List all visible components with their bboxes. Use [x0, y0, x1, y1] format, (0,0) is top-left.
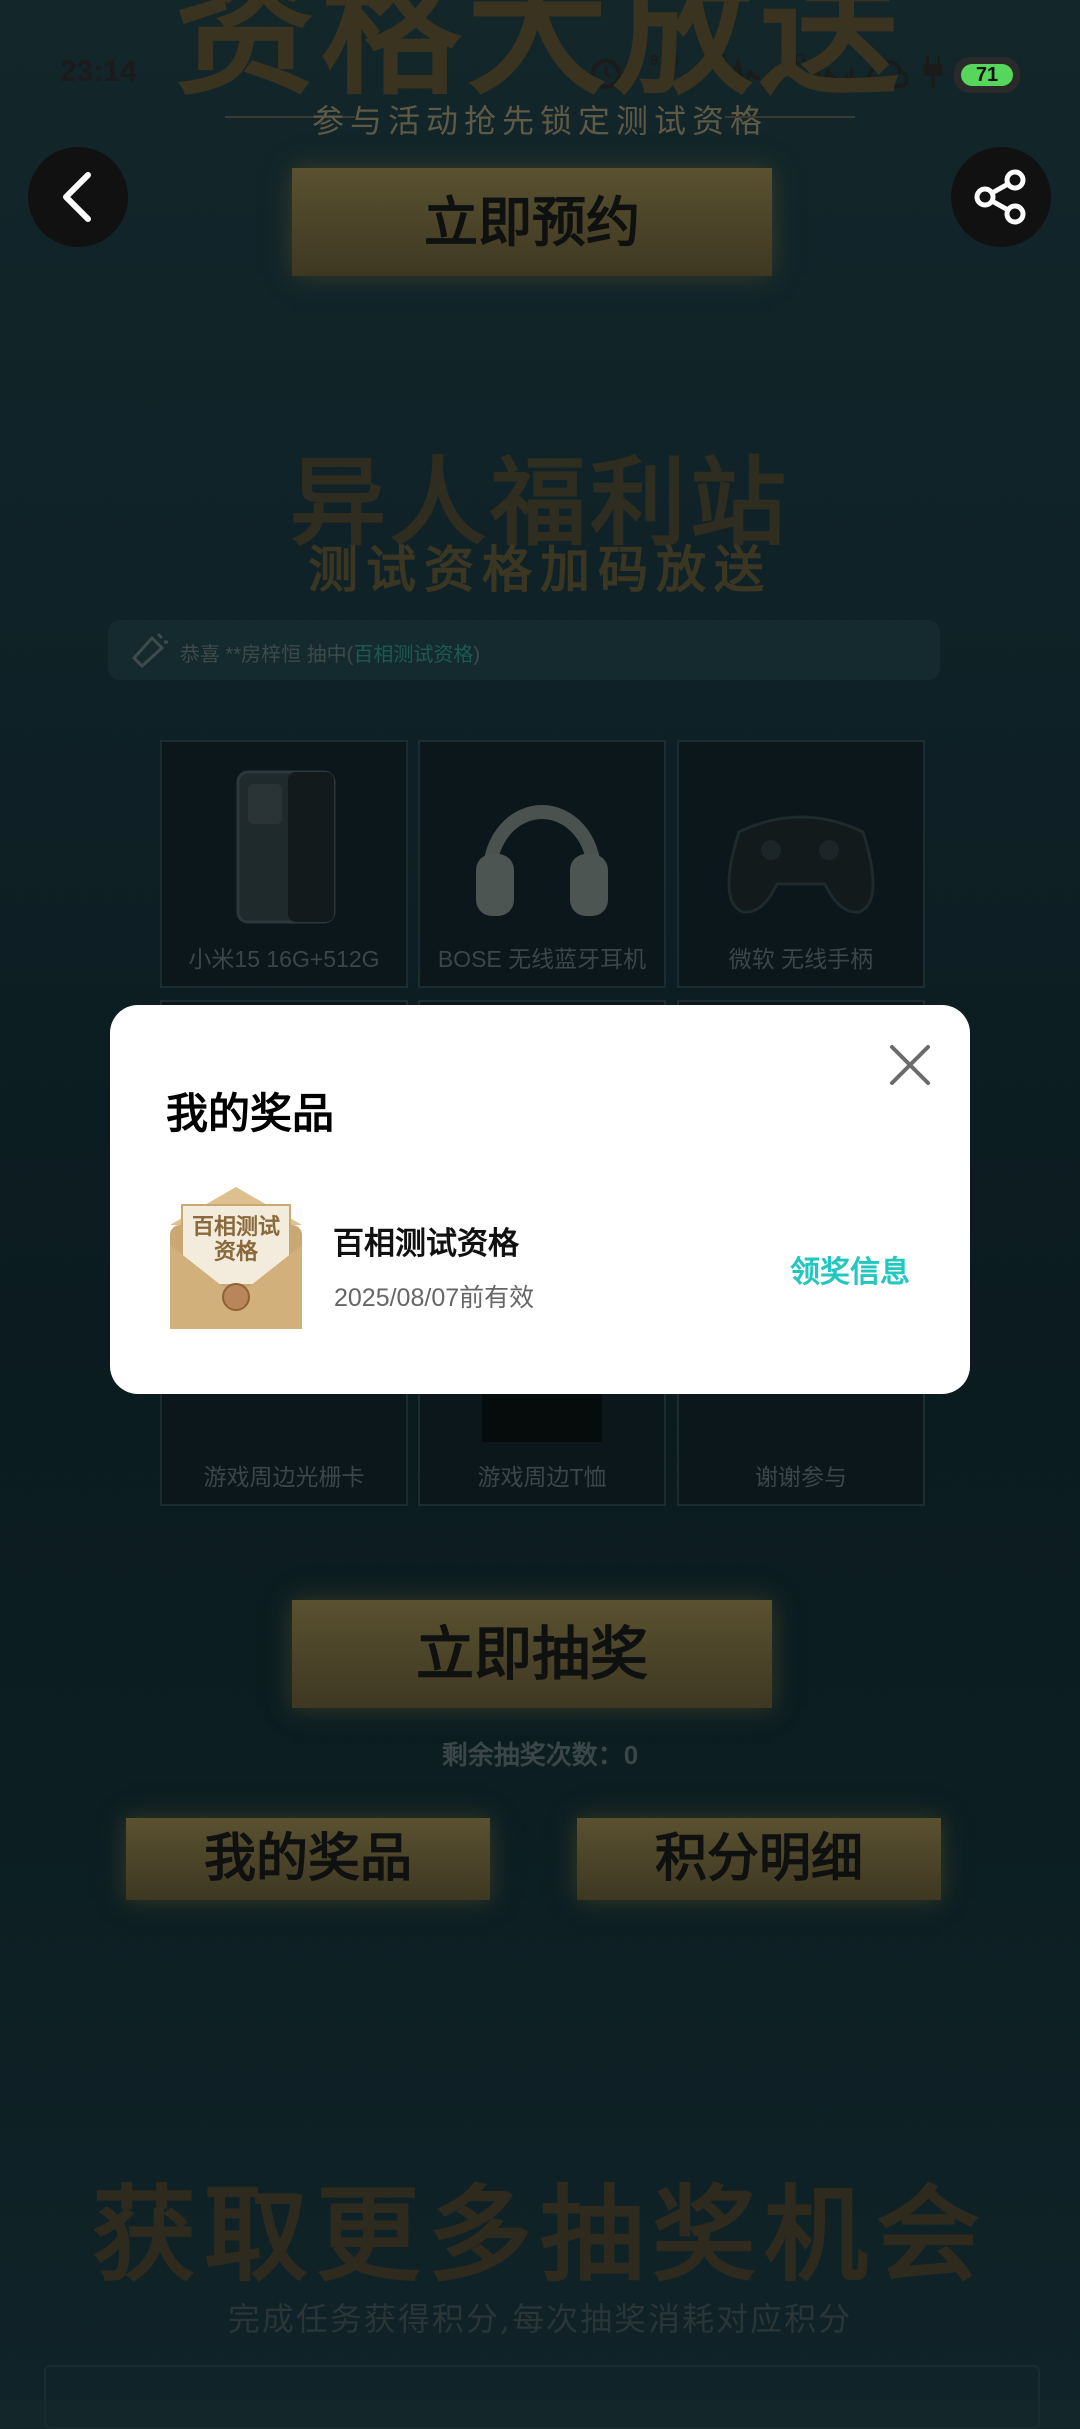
gamepad-icon — [709, 762, 893, 932]
winner-notice-text: 恭喜 **房梓恒 抽中(百相测试资格) — [180, 638, 480, 667]
prize-label: 小米15 16G+512G — [188, 946, 380, 972]
more-chances-subtitle: 完成任务获得积分,每次抽奖消耗对应积分 — [227, 2300, 853, 2338]
close-button[interactable] — [886, 1041, 934, 1089]
notice-prize-name: 百相测试资格 — [353, 644, 474, 666]
clock-time: 23:14 — [60, 55, 137, 88]
phone-icon — [192, 762, 376, 932]
thumb-text-line1: 百相测试 — [192, 1214, 280, 1240]
prize-label: BOSE 无线蓝牙耳机 — [437, 946, 647, 972]
more-chances-title: 获取更多抽奖机会 — [91, 2173, 988, 2296]
charging-plug-icon — [920, 54, 946, 97]
notice-suffix: ) — [473, 644, 481, 666]
points-detail-button[interactable]: 积分明细 — [577, 1818, 941, 1900]
megaphone-icon — [130, 630, 170, 675]
battery-indicator: 71 — [954, 57, 1020, 93]
prize-label: 游戏周边T恤 — [477, 1464, 607, 1490]
modal-title: 我的奖品 — [166, 1090, 335, 1137]
banner-subtitle: 参与活动抢先锁定测试资格 — [311, 102, 768, 140]
reserve-button[interactable]: 立即预约 — [292, 168, 772, 276]
thumb-text-line2: 资格 — [214, 1239, 259, 1265]
claim-info-link[interactable]: 领奖信息 — [790, 1247, 910, 1291]
prize-name: 百相测试资格 — [333, 1226, 519, 1261]
close-icon — [890, 1045, 930, 1085]
prize-validity: 2025/08/07前有效 — [334, 1284, 535, 1312]
back-button[interactable] — [28, 147, 128, 247]
subtitle-divider-right — [725, 116, 855, 118]
tshirt-icon — [482, 1392, 602, 1442]
chevron-left-icon — [63, 172, 91, 222]
prize-thumbnail: 百相测试 资格 — [166, 1185, 306, 1333]
notice-prefix: 恭喜 **房梓恒 抽中( — [180, 644, 354, 666]
prize-label: 微软 无线手柄 — [728, 946, 874, 972]
remaining-label: 剩余抽奖次数： — [441, 1740, 624, 1770]
prize-card-phone: 小米15 16G+512G — [160, 740, 408, 988]
remaining-count: 0 — [623, 1740, 639, 1770]
prize-card-headphones: BOSE 无线蓝牙耳机 — [418, 740, 666, 988]
my-prizes-modal: 我的奖品 百相测试 资格 百相测试资格 2025/08/07前有效 领奖信息 — [110, 1005, 970, 1394]
remaining-draws: 剩余抽奖次数：0 — [0, 1735, 1080, 1772]
task-panel — [44, 2365, 1040, 2429]
my-prizes-button[interactable]: 我的奖品 — [126, 1818, 490, 1900]
battery-level: 71 — [961, 64, 1013, 86]
share-icon — [974, 169, 1026, 225]
prize-label: 谢谢参与 — [755, 1464, 847, 1490]
draw-button[interactable]: 立即抽奖 — [292, 1600, 772, 1708]
headphones-icon — [450, 762, 634, 932]
prize-card-gamepad: 微软 无线手柄 — [677, 740, 925, 988]
share-button[interactable] — [951, 147, 1051, 247]
winner-notice-bar: 恭喜 **房梓恒 抽中(百相测试资格) — [108, 620, 940, 680]
prize-label: 游戏周边光栅卡 — [203, 1464, 365, 1490]
welfare-subtitle: 测试资格加码放送 — [308, 540, 772, 599]
